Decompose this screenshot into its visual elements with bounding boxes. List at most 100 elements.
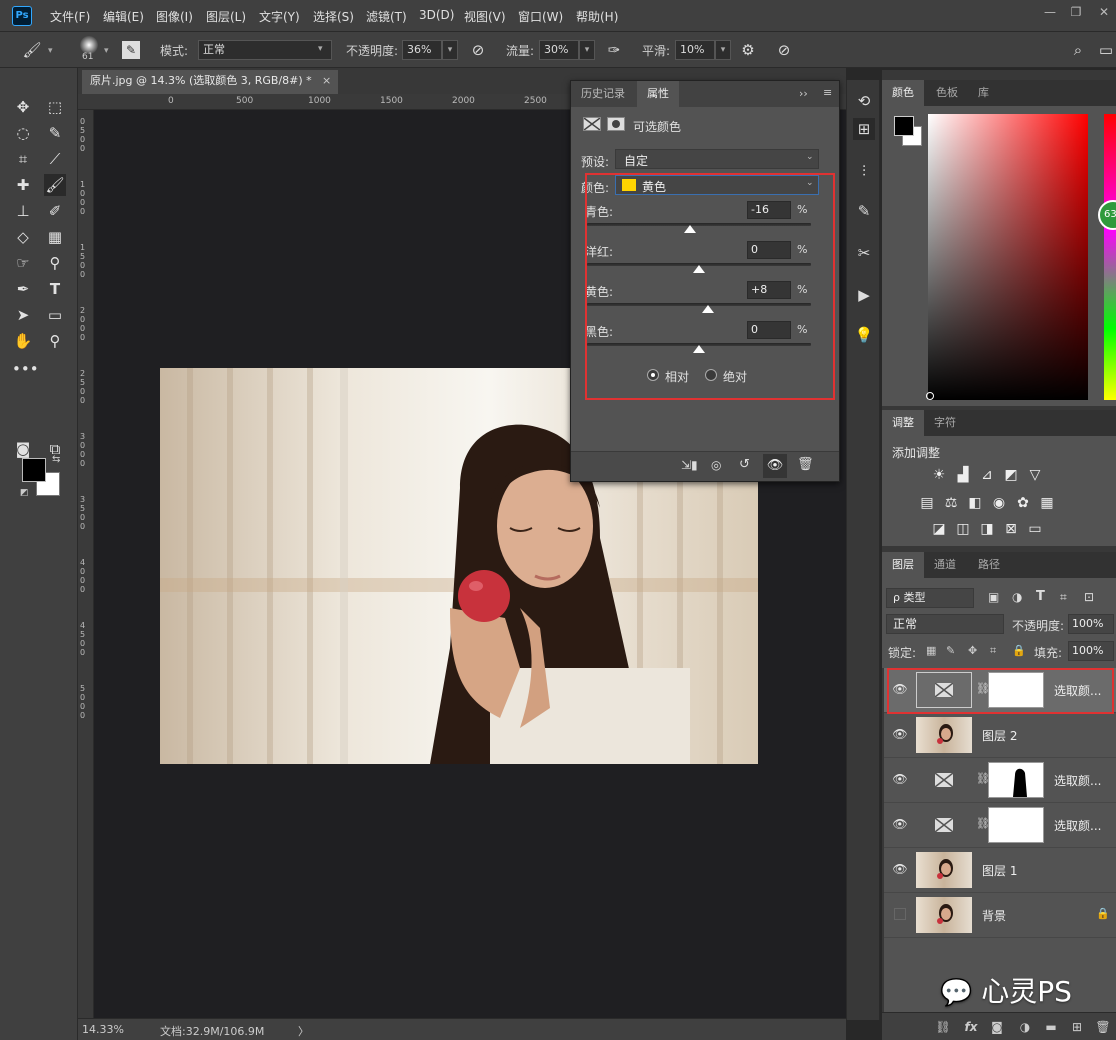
flow-caret-icon[interactable]: ▾ bbox=[579, 40, 595, 60]
tab-swatches[interactable]: 色板 bbox=[926, 80, 968, 106]
adjustment-icon[interactable] bbox=[583, 117, 601, 131]
hue-slider[interactable] bbox=[1104, 114, 1116, 400]
hue-saturation-icon[interactable]: ▤ bbox=[918, 494, 936, 512]
visibility-off-box[interactable] bbox=[894, 908, 906, 920]
crop-tool-icon[interactable]: ⌗ bbox=[12, 148, 34, 170]
lock-paint-icon[interactable]: ✎ bbox=[946, 644, 955, 657]
layer-opacity-field[interactable]: 100% bbox=[1068, 614, 1114, 634]
layer-mask-thumb[interactable] bbox=[988, 762, 1044, 798]
link-icon[interactable]: ⛓ bbox=[976, 817, 990, 830]
smudge-icon[interactable]: ☞ bbox=[12, 252, 34, 274]
hand-tool-icon[interactable]: ✋ bbox=[12, 330, 34, 352]
lock-artboard-icon[interactable]: ⌗ bbox=[990, 644, 996, 658]
dodge-icon[interactable]: ⚲ bbox=[44, 252, 66, 274]
delete-layer-icon[interactable]: 🗑 bbox=[1094, 1018, 1112, 1036]
minimize-icon[interactable]: — bbox=[1040, 5, 1060, 19]
layer-mask-thumb[interactable] bbox=[988, 807, 1044, 843]
search-icon[interactable]: ⌕ bbox=[1068, 40, 1088, 60]
vibrance-icon[interactable]: ▽ bbox=[1026, 466, 1044, 484]
filter-type-icon[interactable]: T bbox=[1036, 589, 1045, 604]
flow-field[interactable]: 30% bbox=[539, 40, 579, 60]
lightbulb-icon[interactable]: 💡 bbox=[853, 324, 875, 346]
document-tab[interactable]: 原片.jpg @ 14.3% (选取颜色 3, RGB/8#) * × bbox=[82, 70, 338, 94]
posterize-icon[interactable]: ◫ bbox=[954, 520, 972, 538]
lock-move-icon[interactable]: ✥ bbox=[968, 644, 977, 657]
filter-shape-icon[interactable]: ⌗ bbox=[1060, 590, 1067, 605]
new-adjustment-icon[interactable]: ◑ bbox=[1016, 1018, 1034, 1036]
lock-icon[interactable]: 🔒 bbox=[1096, 907, 1110, 920]
menu-layer[interactable]: 图层(L) bbox=[206, 8, 246, 25]
eyedropper-icon[interactable]: ⟋ bbox=[44, 148, 66, 170]
layer-filter-select[interactable]: ρ 类型 bbox=[886, 588, 974, 608]
new-group-icon[interactable]: ▬ bbox=[1042, 1018, 1060, 1036]
color-picker-cursor[interactable] bbox=[926, 392, 934, 400]
eye-icon[interactable]: 👁 bbox=[892, 816, 908, 832]
move-tool-icon[interactable]: ✥ bbox=[12, 96, 34, 118]
link-layers-icon[interactable]: ⛓ bbox=[934, 1018, 952, 1036]
photo-filter-icon[interactable]: ◉ bbox=[990, 494, 1008, 512]
tab-channels[interactable]: 通道 bbox=[924, 552, 966, 578]
color-picker-field[interactable] bbox=[928, 114, 1088, 400]
eye-icon[interactable]: 👁 bbox=[892, 771, 908, 787]
tab-layers[interactable]: 图层 bbox=[882, 552, 924, 578]
color-balance-icon[interactable]: ⚖ bbox=[942, 494, 960, 512]
black-white-icon[interactable]: ◧ bbox=[966, 494, 984, 512]
smoothing-caret-icon[interactable]: ▾ bbox=[715, 40, 731, 60]
add-mask-icon[interactable]: ◙ bbox=[988, 1018, 1006, 1036]
filter-smart-icon[interactable]: ⊡ bbox=[1084, 590, 1094, 604]
clone-stamp-icon[interactable]: ⊥ bbox=[12, 200, 34, 222]
collapse-panel-icon[interactable]: ›› bbox=[799, 87, 808, 100]
lock-pixels-icon[interactable]: ▦ bbox=[926, 644, 936, 657]
fill-field[interactable]: 100% bbox=[1068, 641, 1114, 661]
gradient-map-icon[interactable]: ▭ bbox=[1026, 520, 1044, 538]
blend-mode-select[interactable]: 正常 bbox=[886, 614, 1004, 634]
mode-select[interactable]: 正常 bbox=[198, 40, 332, 60]
brush-tool-icon[interactable]: 🖌 bbox=[44, 174, 66, 196]
properties-panel-icon[interactable]: ⊞ bbox=[853, 118, 875, 140]
visibility-eye-icon[interactable]: 👁 bbox=[763, 454, 787, 478]
rectangle-tool-icon[interactable]: ▭ bbox=[44, 304, 66, 326]
tab-character[interactable]: 字符 bbox=[924, 410, 966, 436]
actions-play-icon[interactable]: ▶ bbox=[853, 284, 875, 306]
close-tab-icon[interactable]: × bbox=[322, 70, 331, 92]
tab-history[interactable]: 历史记录 bbox=[571, 81, 635, 107]
maximize-icon[interactable]: ❐ bbox=[1066, 5, 1086, 19]
healing-brush-icon[interactable]: ✚ bbox=[12, 174, 34, 196]
selective-color-icon[interactable]: ⊠ bbox=[1002, 520, 1020, 538]
channel-mixer-icon[interactable]: ✿ bbox=[1014, 494, 1032, 512]
opacity-field[interactable]: 36% bbox=[402, 40, 442, 60]
adjust-sliders-icon[interactable]: ⫶ bbox=[853, 160, 875, 182]
brightness-icon[interactable]: ☀ bbox=[930, 466, 948, 484]
quick-mask-icon[interactable]: ◙ bbox=[12, 438, 34, 460]
menu-3d[interactable]: 3D(D) bbox=[419, 8, 454, 22]
tab-paths[interactable]: 路径 bbox=[968, 552, 1010, 578]
menu-image[interactable]: 图像(I) bbox=[156, 8, 193, 25]
tool-presets-icon[interactable]: ✂ bbox=[853, 242, 875, 264]
zoom-tool-icon[interactable]: ⚲ bbox=[44, 330, 66, 352]
menu-help[interactable]: 帮助(H) bbox=[576, 8, 618, 25]
levels-icon[interactable]: ▟ bbox=[954, 466, 972, 484]
lock-all-icon[interactable]: 🔒 bbox=[1012, 644, 1026, 657]
gear-icon[interactable]: ⚙ bbox=[738, 40, 758, 60]
filter-image-icon[interactable]: ▣ bbox=[988, 590, 999, 604]
smoothing-field[interactable]: 10% bbox=[675, 40, 715, 60]
menu-file[interactable]: 文件(F) bbox=[50, 8, 90, 25]
preset-select[interactable]: 自定 ⌄ bbox=[615, 149, 819, 169]
fx-icon[interactable]: fx bbox=[962, 1018, 980, 1036]
tab-libraries[interactable]: 库 bbox=[968, 80, 999, 106]
brush-settings-icon[interactable]: ✎ bbox=[853, 200, 875, 222]
layer-row[interactable]: 👁 ⛓ 选取颜... bbox=[884, 758, 1116, 803]
mask-icon[interactable] bbox=[607, 117, 625, 131]
layer-row[interactable]: 👁 ⛓ 选取颜... bbox=[884, 803, 1116, 848]
layer-row[interactable]: 👁 图层 2 bbox=[884, 713, 1116, 758]
tab-properties[interactable]: 属性 bbox=[637, 81, 679, 107]
lasso-tool-icon[interactable]: ◌ bbox=[12, 122, 34, 144]
tool-preset-caret-icon[interactable]: ▾ bbox=[48, 46, 53, 56]
pressure-opacity-icon[interactable]: ⊘ bbox=[468, 40, 488, 60]
eye-icon[interactable]: 👁 bbox=[892, 726, 908, 742]
path-select-icon[interactable]: ➤ bbox=[12, 304, 34, 326]
new-layer-icon[interactable]: ⊞ bbox=[1068, 1018, 1086, 1036]
foreground-color-swatch[interactable] bbox=[22, 458, 46, 482]
status-menu-arrow[interactable]: 〉 bbox=[298, 1023, 309, 1039]
default-colors-icon[interactable]: ◩ bbox=[20, 488, 29, 498]
